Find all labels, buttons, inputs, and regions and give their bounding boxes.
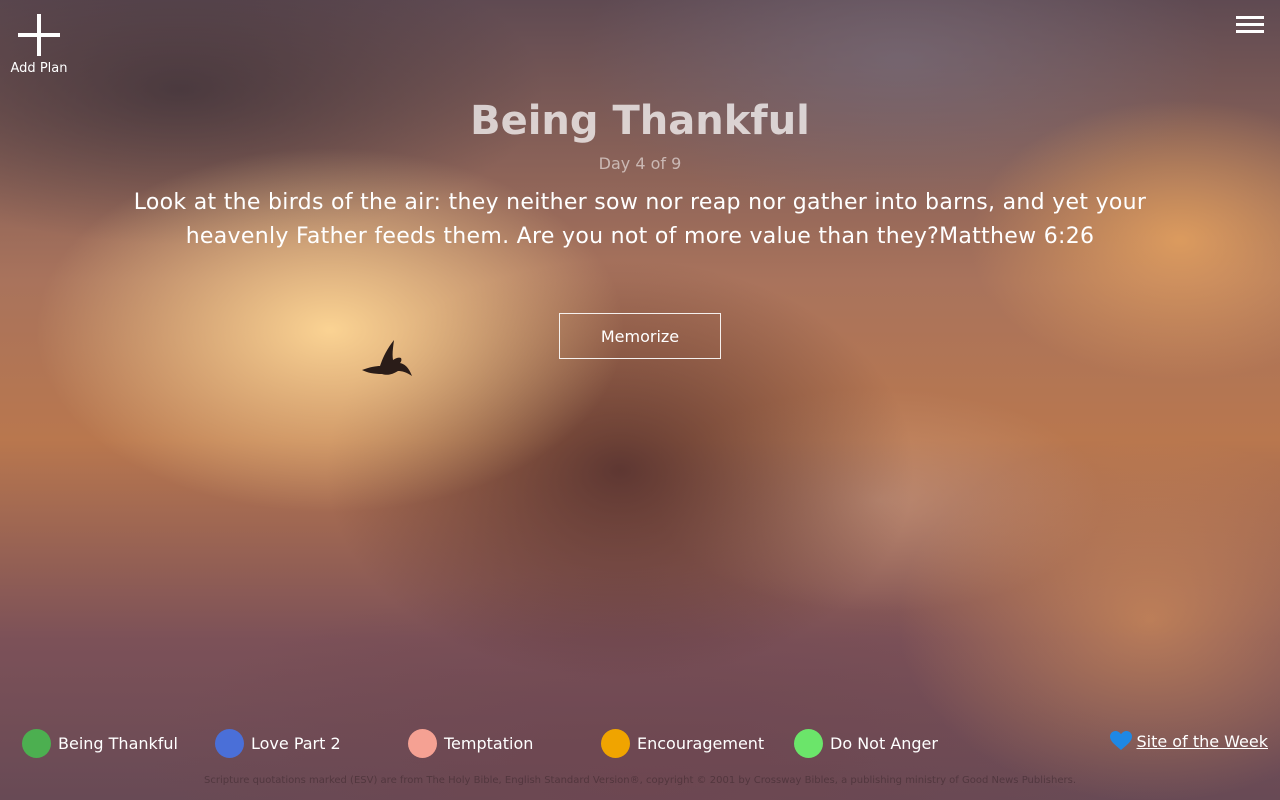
- day-progress: Day 4 of 9: [598, 154, 682, 173]
- plan-color-dot: [408, 729, 437, 758]
- add-plan-label: Add Plan: [10, 61, 68, 76]
- plan-color-dot: [794, 729, 823, 758]
- site-of-the-week-link[interactable]: Site of the Week: [1109, 731, 1269, 751]
- add-plan-button[interactable]: Add Plan: [8, 14, 70, 78]
- plan-color-dot: [215, 729, 244, 758]
- plan-item-love-part-2[interactable]: Love Part 2: [215, 729, 408, 758]
- plan-color-dot: [601, 729, 630, 758]
- plan-label: Encouragement: [637, 734, 765, 753]
- plan-color-dot: [22, 729, 51, 758]
- menu-line: [1236, 16, 1264, 19]
- plan-item-do-not-anger[interactable]: Do Not Anger: [794, 729, 987, 758]
- menu-line: [1236, 30, 1264, 33]
- plan-label: Temptation: [444, 734, 534, 753]
- hamburger-menu-icon[interactable]: [1236, 14, 1264, 36]
- verse-text: Look at the birds of the air: they neith…: [133, 190, 1147, 249]
- plus-icon: [16, 14, 62, 56]
- plan-item-encouragement[interactable]: Encouragement: [601, 729, 794, 758]
- memorize-button[interactable]: Memorize: [559, 313, 721, 359]
- menu-line: [1236, 23, 1264, 26]
- plan-label: Do Not Anger: [830, 734, 938, 753]
- plan-label: Love Part 2: [251, 734, 341, 753]
- bird-icon: [362, 340, 412, 376]
- background-image: Add Plan Being Thankful Day 4 of 9 Look …: [0, 0, 1280, 800]
- plan-title: Being Thankful: [470, 98, 810, 144]
- plan-list: Being Thankful Love Part 2 Temptation En…: [22, 729, 987, 758]
- plan-item-being-thankful[interactable]: Being Thankful: [22, 729, 215, 758]
- copyright-notice: Scripture quotations marked (ESV) are fr…: [204, 775, 1076, 786]
- plan-item-temptation[interactable]: Temptation: [408, 729, 601, 758]
- plan-label: Being Thankful: [58, 734, 178, 753]
- heart-icon: [1109, 731, 1132, 750]
- site-of-the-week-label: Site of the Week: [1136, 731, 1269, 751]
